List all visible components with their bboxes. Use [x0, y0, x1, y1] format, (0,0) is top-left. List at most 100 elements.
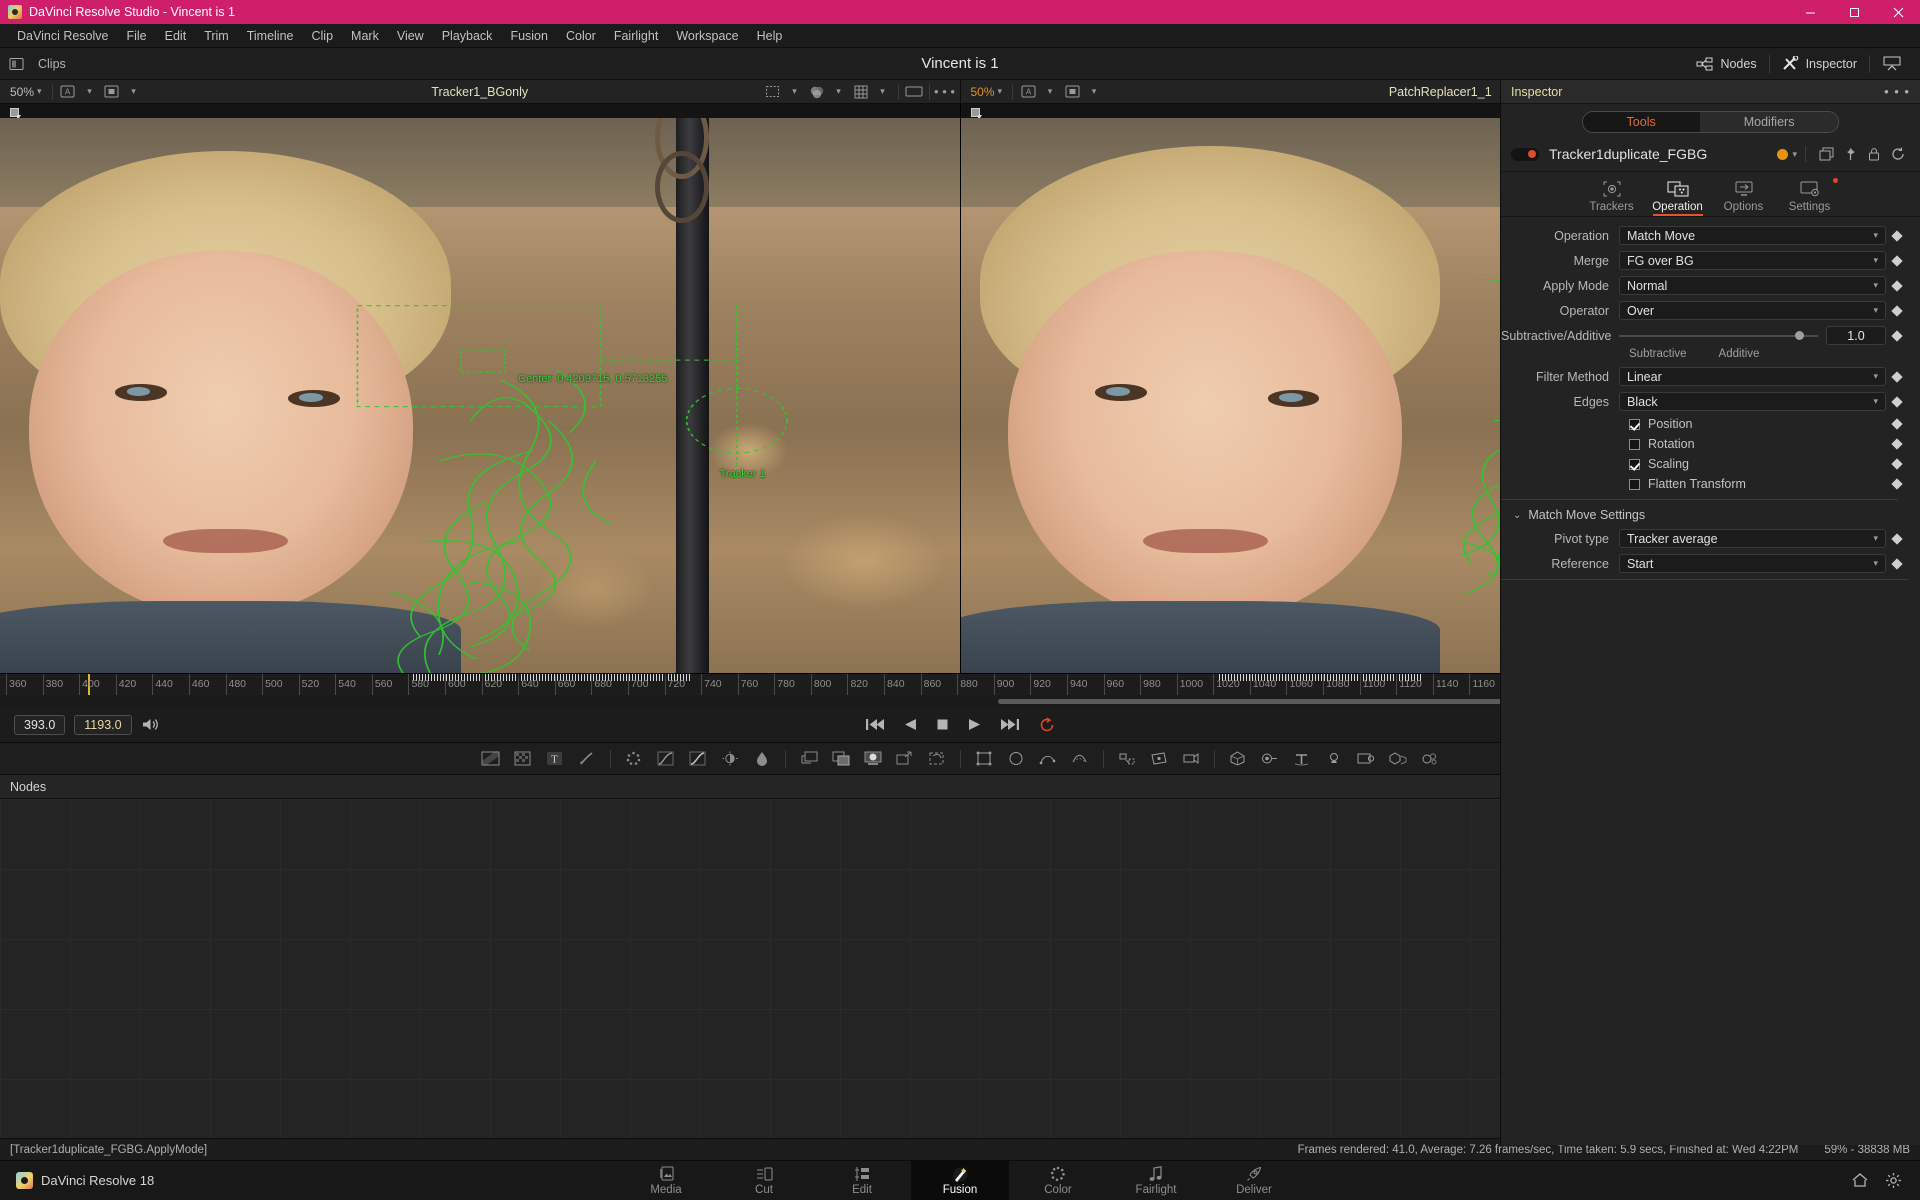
menu-item-help[interactable]: Help: [748, 24, 792, 48]
keyframe-diamond-button[interactable]: [1886, 254, 1908, 267]
viewer-1-roi-icon[interactable]: [762, 83, 784, 101]
scaling-checkbox[interactable]: [1629, 458, 1640, 470]
curve-icon[interactable]: [650, 746, 682, 772]
maximize-button[interactable]: [1832, 0, 1876, 24]
viewer-1-fullscreen-icon[interactable]: [903, 83, 925, 101]
page-tab-cut[interactable]: Cut: [715, 1161, 813, 1200]
viewer-2-lut-icon[interactable]: [1061, 83, 1083, 101]
out-point-field[interactable]: 1193.0: [74, 714, 132, 735]
apply-mode-select[interactable]: Normal ▾: [1619, 276, 1886, 295]
subtab-operation[interactable]: Operation: [1645, 175, 1711, 216]
keyframe-diamond-button[interactable]: [1886, 229, 1908, 242]
menu-item-fairlight[interactable]: Fairlight: [605, 24, 667, 48]
viewer-1-zoom-control[interactable]: 50% ▾: [0, 85, 48, 99]
keyframe-diamond-button[interactable]: [1886, 478, 1908, 490]
color-curve-icon[interactable]: [682, 746, 714, 772]
3d-merge-icon[interactable]: [1382, 746, 1414, 772]
match-move-settings-header[interactable]: ⌄ Match Move Settings: [1501, 499, 1898, 522]
media-pool-icon[interactable]: [6, 54, 28, 74]
transform-icon[interactable]: [793, 746, 825, 772]
loop-button[interactable]: [1039, 717, 1056, 733]
page-tab-fairlight[interactable]: Fairlight: [1107, 1161, 1205, 1200]
operator-select[interactable]: Over ▾: [1619, 301, 1886, 320]
viewer-1-pane[interactable]: Center: 0.4209715, 0.5713255 Tracker 1: [0, 104, 961, 673]
menu-item-workspace[interactable]: Workspace: [667, 24, 747, 48]
keyframe-diamond-button[interactable]: [1886, 304, 1908, 317]
menu-item-clip[interactable]: Clip: [303, 24, 343, 48]
jump-to-end-button[interactable]: [1000, 718, 1020, 731]
speaker-icon[interactable]: [141, 717, 159, 732]
clips-button[interactable]: Clips: [32, 57, 72, 71]
flatten-transform-checkbox[interactable]: [1629, 478, 1640, 490]
particles-icon[interactable]: [618, 746, 650, 772]
duplicate-icon[interactable]: [921, 746, 953, 772]
menu-item-file[interactable]: File: [117, 24, 155, 48]
viewer-1-grid-dropdown[interactable]: ▾: [872, 83, 894, 101]
node-color-dot[interactable]: [1777, 148, 1789, 160]
merge-icon[interactable]: [825, 746, 857, 772]
subtractive-additive-slider[interactable]: [1619, 329, 1818, 343]
position-checkbox[interactable]: [1629, 418, 1640, 430]
keyframe-diamond-button[interactable]: [1886, 458, 1908, 470]
menu-item-mark[interactable]: Mark: [342, 24, 388, 48]
viewer-1-roi-dropdown[interactable]: ▾: [784, 83, 806, 101]
lock-icon[interactable]: [1862, 145, 1886, 163]
tab-tools[interactable]: Tools: [1582, 112, 1700, 132]
keyframe-diamond-button[interactable]: [1886, 418, 1908, 430]
slider-knob[interactable]: [1795, 331, 1805, 340]
play-forward-button[interactable]: [968, 718, 981, 731]
subtab-trackers[interactable]: Trackers: [1579, 175, 1645, 216]
pivot-type-select[interactable]: Tracker average ▾: [1619, 529, 1886, 548]
play-reverse-button[interactable]: [904, 718, 917, 731]
polygon-mask-icon[interactable]: [1032, 746, 1064, 772]
filter-method-select[interactable]: Linear ▾: [1619, 367, 1886, 386]
keyframe-diamond-button[interactable]: [1886, 532, 1908, 545]
keyframe-diamond-button[interactable]: [1886, 557, 1908, 570]
edges-select[interactable]: Black ▾: [1619, 392, 1886, 411]
operation-select[interactable]: Match Move ▾: [1619, 226, 1886, 245]
pin-icon[interactable]: [1838, 145, 1862, 163]
nodes-toggle-button[interactable]: Nodes: [1684, 48, 1768, 80]
brightness-contrast-icon[interactable]: [714, 746, 746, 772]
planar-tracker-icon[interactable]: [1143, 746, 1175, 772]
page-tab-edit[interactable]: Edit: [813, 1161, 911, 1200]
viewer-2-lut-dropdown[interactable]: ▾: [1083, 83, 1105, 101]
menu-item-timeline[interactable]: Timeline: [238, 24, 303, 48]
keyframe-diamond-button[interactable]: [1886, 395, 1908, 408]
background-icon[interactable]: [475, 746, 507, 772]
menu-item-trim[interactable]: Trim: [195, 24, 238, 48]
3d-light-icon[interactable]: [1318, 746, 1350, 772]
viewer-1-grid-icon[interactable]: [850, 83, 872, 101]
mask-icon[interactable]: [857, 746, 889, 772]
resize-icon[interactable]: [889, 746, 921, 772]
3d-replicate-icon[interactable]: [1414, 746, 1446, 772]
node-enable-toggle[interactable]: [1511, 147, 1539, 161]
tracker-icon[interactable]: [1111, 746, 1143, 772]
chevron-down-icon[interactable]: ▾: [1792, 149, 1797, 160]
minimize-button[interactable]: [1788, 0, 1832, 24]
rotation-checkbox[interactable]: [1629, 438, 1640, 450]
bspline-mask-icon[interactable]: [1064, 746, 1096, 772]
stop-button[interactable]: [936, 718, 949, 731]
menu-item-view[interactable]: View: [388, 24, 433, 48]
more-options-icon[interactable]: • • •: [1884, 84, 1910, 99]
viewer-1-color-icon[interactable]: [806, 83, 828, 101]
jump-to-start-button[interactable]: [865, 718, 885, 731]
viewer-2-channel-icon[interactable]: A: [1017, 83, 1039, 101]
viewer-1-channel-icon[interactable]: A: [57, 83, 79, 101]
viewer-1-lut-dropdown[interactable]: ▾: [123, 83, 145, 101]
page-tab-deliver[interactable]: Deliver: [1205, 1161, 1303, 1200]
camera-tracker-icon[interactable]: [1175, 746, 1207, 772]
menu-item-playback[interactable]: Playback: [433, 24, 502, 48]
reset-icon[interactable]: [1886, 145, 1910, 163]
menu-item-edit[interactable]: Edit: [156, 24, 196, 48]
3d-renderer-icon[interactable]: [1350, 746, 1382, 772]
viewer-2-channel-dropdown[interactable]: ▾: [1039, 83, 1061, 101]
3d-camera-icon[interactable]: [1254, 746, 1286, 772]
ellipse-mask-icon[interactable]: [1000, 746, 1032, 772]
panel-collapse-icon[interactable]: [1870, 48, 1914, 80]
keyframe-diamond-button[interactable]: [1886, 370, 1908, 383]
keyframe-diamond-button[interactable]: [1886, 329, 1908, 342]
rectangle-mask-icon[interactable]: [968, 746, 1000, 772]
copy-icon[interactable]: [1814, 145, 1838, 163]
